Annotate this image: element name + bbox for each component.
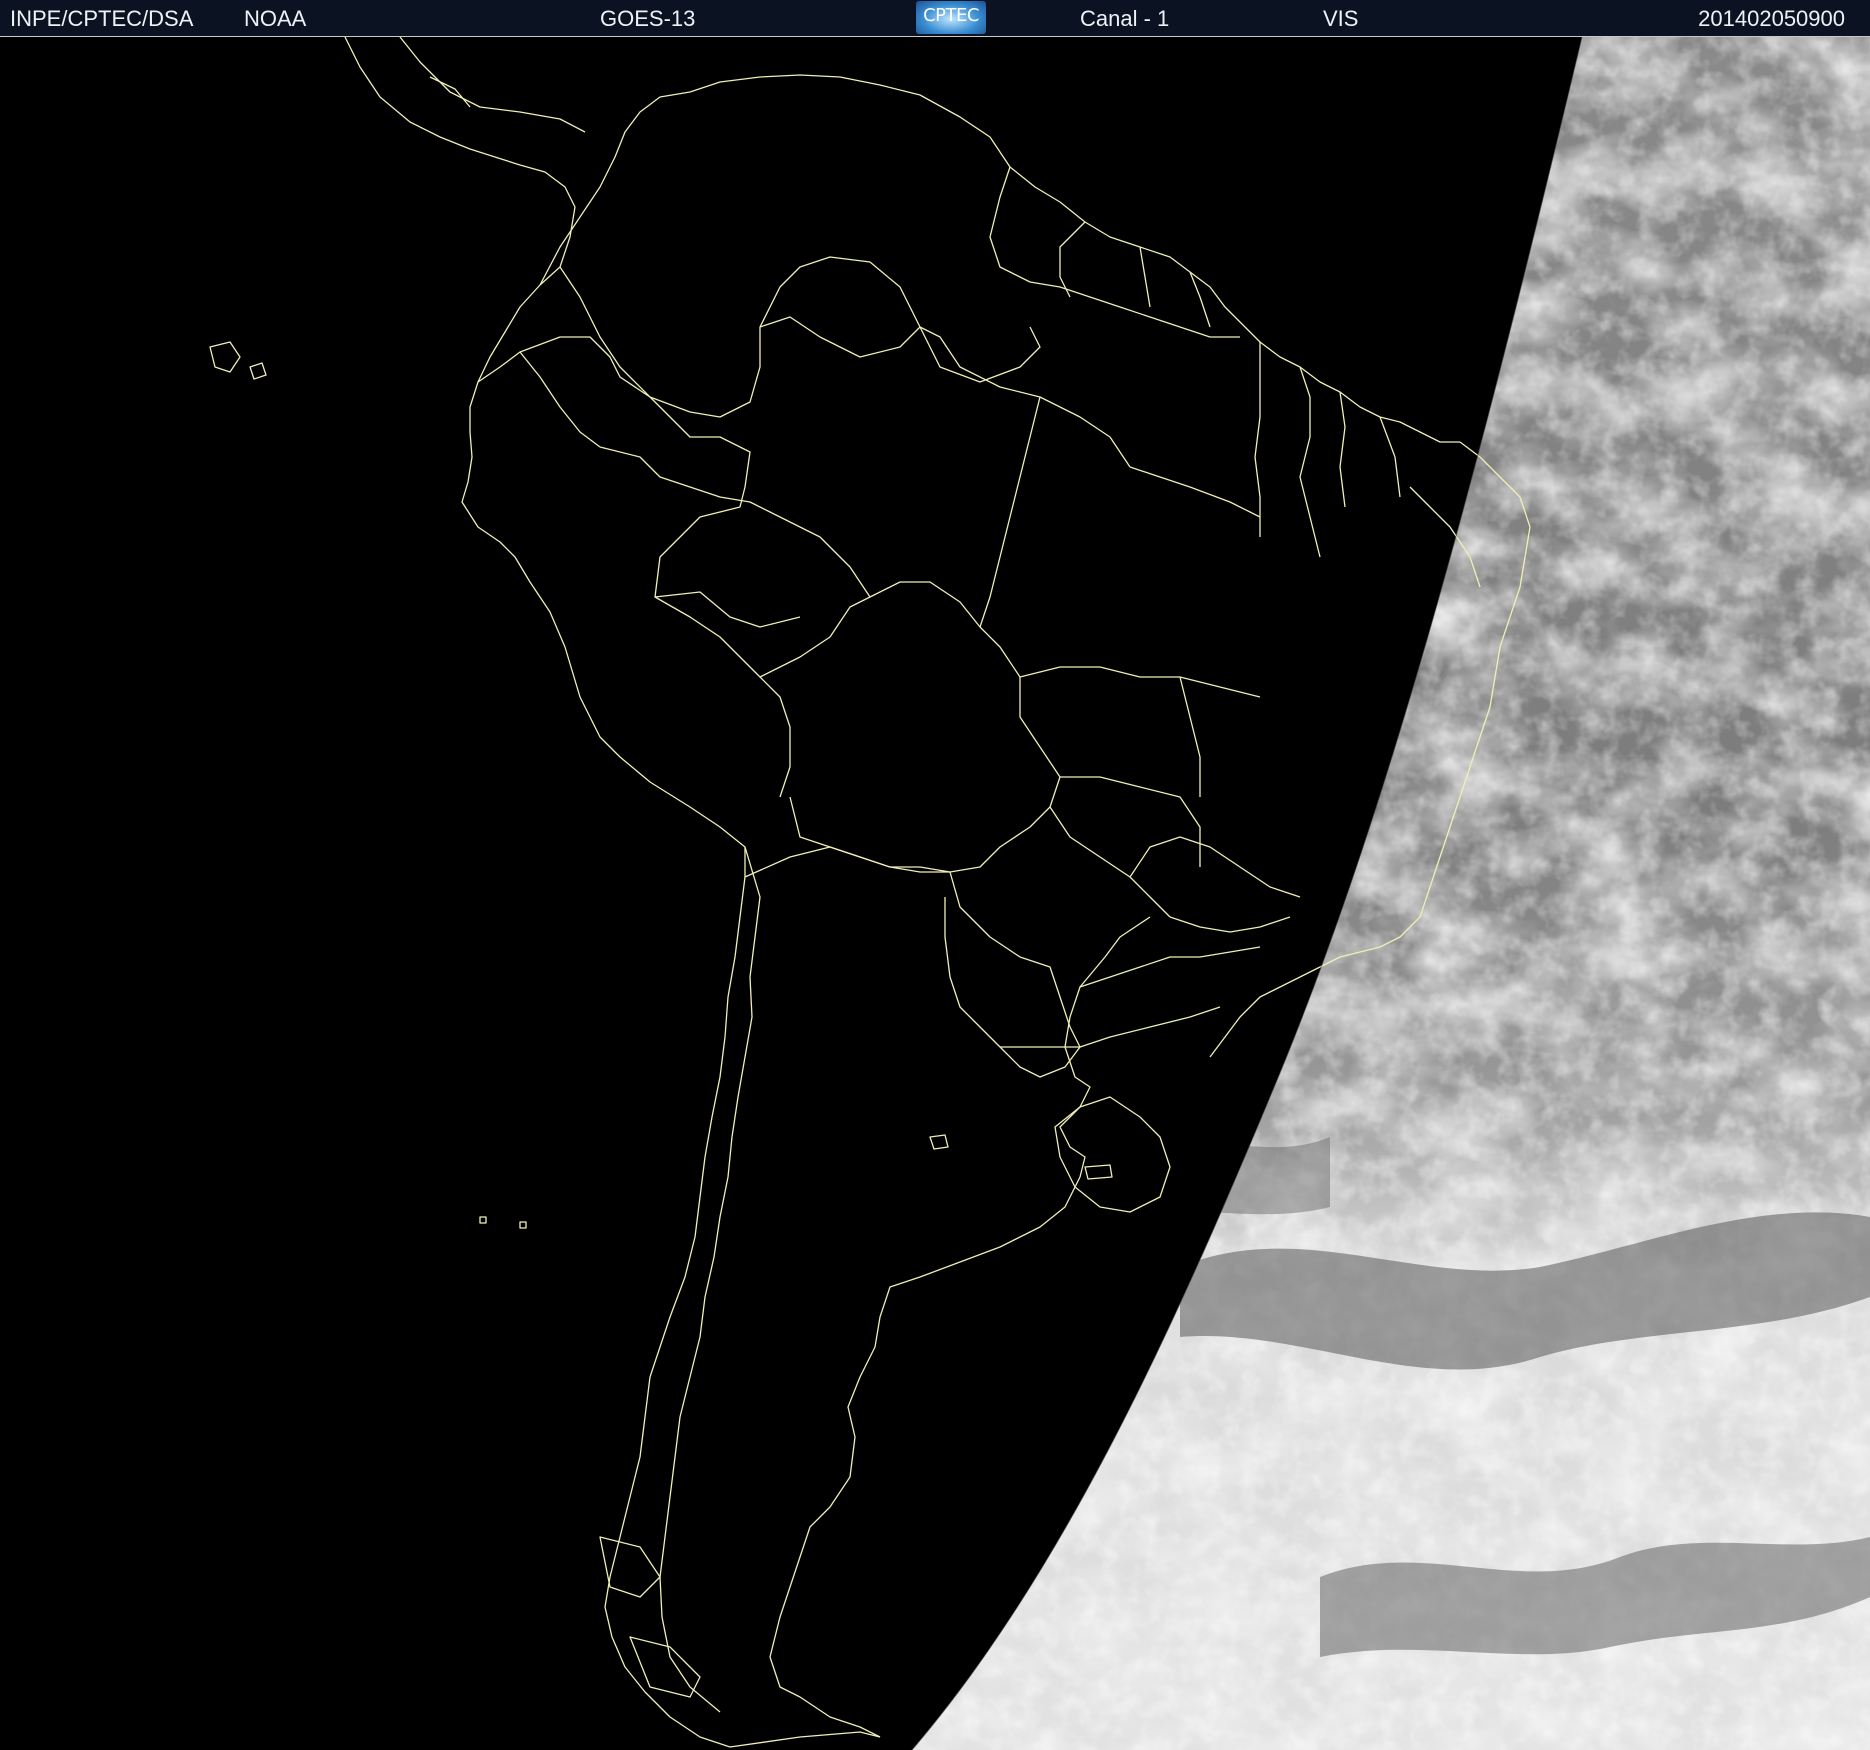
map-canvas xyxy=(0,37,1870,1750)
band-label: VIS xyxy=(1323,6,1359,31)
satellite-image-viewer: INPE/CPTEC/DSA NOAA GOES-13 CPTEC Canal … xyxy=(0,0,1870,1750)
agency-label: NOAA xyxy=(244,6,307,31)
timestamp-label: 201402050900 xyxy=(1698,6,1845,31)
channel-label: Canal - 1 xyxy=(1080,6,1170,31)
image-header-bar: INPE/CPTEC/DSA NOAA GOES-13 CPTEC Canal … xyxy=(0,0,1870,37)
satellite-map xyxy=(0,37,1870,1750)
cptec-logo-text: CPTEC xyxy=(923,5,979,26)
cptec-logo: CPTEC xyxy=(916,1,986,34)
satellite-label: GOES-13 xyxy=(600,6,696,31)
organization-label: INPE/CPTEC/DSA xyxy=(10,6,194,31)
